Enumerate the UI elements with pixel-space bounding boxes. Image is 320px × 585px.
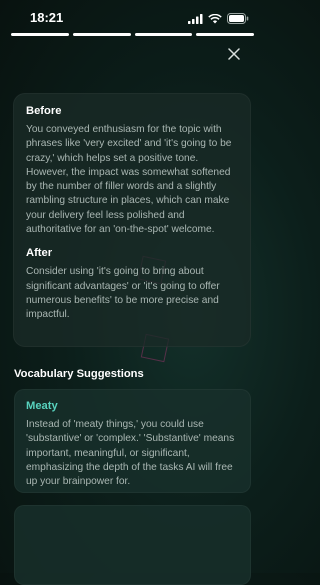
signal-icon xyxy=(188,11,203,29)
vocab-card: Meaty Instead of 'meaty things,' you cou… xyxy=(14,389,251,493)
progress-segment xyxy=(134,33,193,36)
close-icon xyxy=(228,48,240,60)
close-button[interactable] xyxy=(225,45,243,63)
before-heading: Before xyxy=(26,105,62,117)
status-icons xyxy=(188,11,249,29)
after-text: Consider using 'it's going to bring abou… xyxy=(26,266,220,321)
after-heading: After xyxy=(26,247,53,260)
battery-icon xyxy=(227,11,249,29)
wifi-icon xyxy=(208,11,222,29)
story-progress xyxy=(11,33,254,36)
status-bar: 18:21 xyxy=(0,0,265,32)
vocab-word: Meaty xyxy=(26,400,58,412)
vocab-description: Instead of 'meaty things,' you could use… xyxy=(26,419,235,488)
progress-segment xyxy=(11,33,69,36)
progress-segment xyxy=(196,33,254,36)
feedback-card: Before You conveyed enthusiasm for the t… xyxy=(13,93,251,347)
vocabulary-section-title: Vocabulary Suggestions xyxy=(14,368,144,380)
before-text: You conveyed enthusiasm for the topic wi… xyxy=(26,124,232,236)
vocab-card xyxy=(14,505,251,585)
status-time: 18:21 xyxy=(30,10,64,25)
progress-segment xyxy=(72,33,131,36)
